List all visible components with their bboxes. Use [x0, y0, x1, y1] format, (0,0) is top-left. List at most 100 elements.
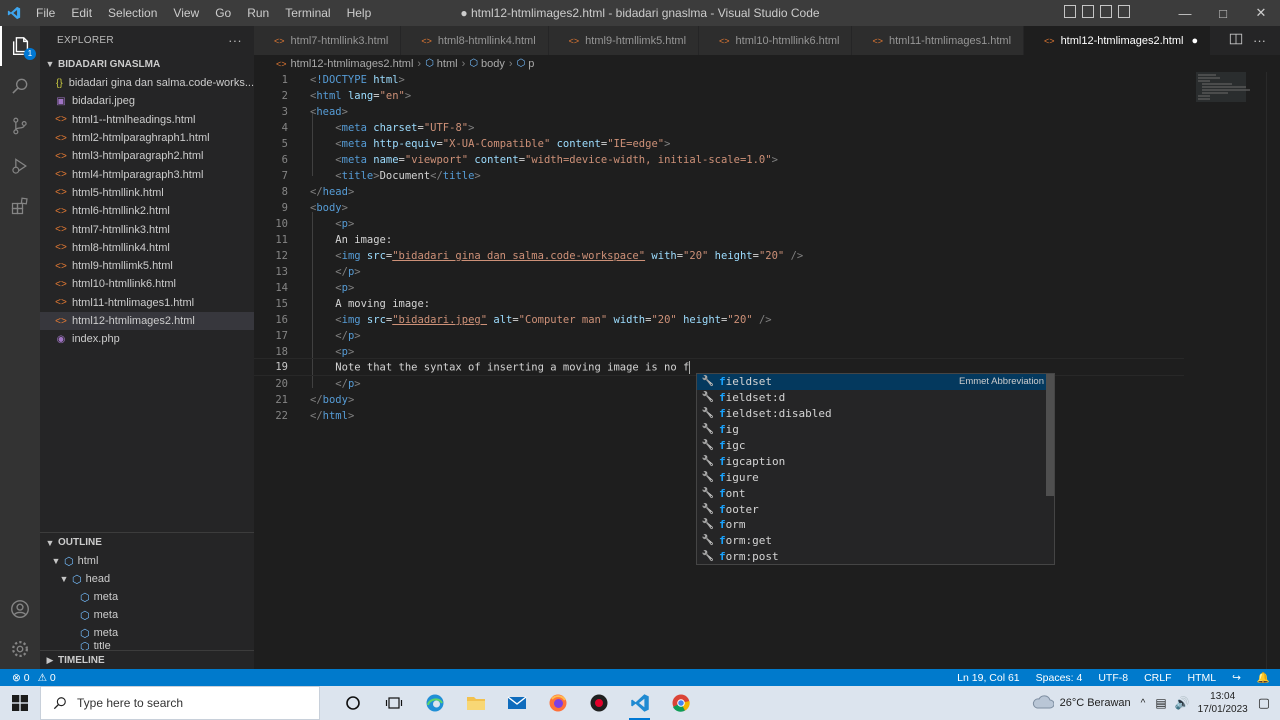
file-item[interactable]: <> html10-htmllink6.html: [40, 275, 254, 293]
outline-item-meta[interactable]: ⬡ meta: [40, 588, 118, 606]
app-icon[interactable]: [578, 686, 619, 720]
cortana-icon[interactable]: [332, 686, 373, 720]
task-view-icon[interactable]: [373, 686, 414, 720]
suggestion-item[interactable]: 🔧 f ig: [697, 422, 1054, 438]
file-item[interactable]: <> html4-htmlparagraph3.html: [40, 165, 254, 183]
file-item[interactable]: <> html6-htmllink2.html: [40, 202, 254, 220]
suggestion-item[interactable]: 🔧 f orm:get: [697, 533, 1054, 549]
file-item[interactable]: <> html9-htmllimk5.html: [40, 257, 254, 275]
toggle-secondary-sidebar-icon[interactable]: [1100, 5, 1112, 18]
close-icon[interactable]: ✕: [1242, 0, 1280, 26]
toggle-panel-icon[interactable]: [1082, 5, 1094, 18]
file-item[interactable]: <> html1--htmlheadings.html: [40, 111, 254, 129]
weather-text[interactable]: 26°C Berawan: [1060, 697, 1131, 709]
file-item[interactable]: <> html7-htmllink3.html: [40, 220, 254, 238]
suggestion-item[interactable]: 🔧 f ieldset:d: [697, 390, 1054, 406]
editor-scrollbar[interactable]: [1266, 72, 1280, 669]
outline-item-meta[interactable]: ⬡ meta: [40, 624, 118, 642]
maximize-icon[interactable]: □: [1204, 0, 1242, 26]
file-item[interactable]: <> html8-htmllink4.html: [40, 239, 254, 257]
explorer-more-actions[interactable]: ···: [228, 33, 242, 48]
errors-count[interactable]: ⊗ 0: [12, 672, 30, 684]
menu-run[interactable]: Run: [239, 0, 277, 26]
menu-go[interactable]: Go: [207, 0, 239, 26]
line-ending[interactable]: CRLF: [1144, 672, 1171, 684]
mail-icon[interactable]: [496, 686, 537, 720]
search-icon[interactable]: [0, 66, 40, 106]
toggle-sidebar-icon[interactable]: [1064, 5, 1076, 18]
menu-view[interactable]: View: [165, 0, 207, 26]
menu-edit[interactable]: Edit: [63, 0, 100, 26]
file-item[interactable]: {} bidadari gina dan salma.code-works...: [40, 74, 254, 92]
firefox-icon[interactable]: [537, 686, 578, 720]
breadcrumb-body[interactable]: body: [481, 58, 505, 70]
outline-header[interactable]: ▼ OUTLINE: [40, 532, 254, 552]
outline-item-title[interactable]: ⬡ title: [40, 642, 111, 650]
manage-gear-icon[interactable]: [0, 629, 40, 669]
run-debug-icon[interactable]: [0, 146, 40, 186]
tab-html11[interactable]: <> html11-htmlimages1.html: [852, 26, 1025, 55]
suggestion-item[interactable]: 🔧 f orm: [697, 517, 1054, 533]
warnings-count[interactable]: ⚠ 0: [38, 672, 56, 684]
suggestion-item[interactable]: 🔧 f igure: [697, 469, 1054, 485]
taskbar-search[interactable]: Type here to search: [40, 686, 320, 720]
tab-html12-active[interactable]: <> html12-htmlimages2.html ●: [1024, 26, 1212, 55]
suggestion-item[interactable]: 🔧 f ont: [697, 485, 1054, 501]
chevron-up-icon[interactable]: ^: [1141, 698, 1146, 709]
live-share-icon[interactable]: ↪: [1232, 672, 1241, 684]
suggestion-item[interactable]: 🔧 f ooter: [697, 501, 1054, 517]
outline-item-html[interactable]: ▼ ⬡ html: [40, 552, 99, 570]
menu-terminal[interactable]: Terminal: [277, 0, 338, 26]
encoding[interactable]: UTF-8: [1098, 672, 1128, 684]
chrome-icon[interactable]: [660, 686, 701, 720]
suggestion-item[interactable]: 🔧 f orm:post: [697, 549, 1054, 564]
split-editor-icon[interactable]: [1229, 32, 1243, 49]
code-editor[interactable]: 1 <!DOCTYPE html> 2 <html lang="en"> 3 <hea…: [254, 72, 1194, 669]
language-mode[interactable]: HTML: [1188, 672, 1217, 684]
outline-item-meta[interactable]: ⬡ meta: [40, 606, 118, 624]
vscode-taskbar-icon[interactable]: [619, 686, 660, 720]
extensions-icon[interactable]: [0, 186, 40, 226]
notifications-bell-icon[interactable]: 🔔: [1257, 671, 1270, 684]
breadcrumb-html[interactable]: html: [437, 58, 458, 70]
timeline-header[interactable]: ▶ TIMELINE: [40, 650, 254, 669]
notification-center-icon[interactable]: ▢: [1258, 695, 1270, 711]
weather-cloud-icon[interactable]: [1032, 694, 1055, 712]
breadcrumb-file[interactable]: html12-htmlimages2.html: [291, 58, 414, 70]
suggestion-item[interactable]: 🔧 f ieldset:disabled: [697, 406, 1054, 422]
file-item[interactable]: ◉ index.php: [40, 330, 254, 348]
tab-html9[interactable]: <> html9-htmllimk5.html: [548, 26, 700, 55]
minimize-icon[interactable]: —: [1166, 0, 1204, 26]
tab-html7[interactable]: <> html7-htmllink3.html: [254, 26, 402, 55]
suggestion-item[interactable]: 🔧 f igcaption: [697, 453, 1054, 469]
menu-file[interactable]: File: [28, 0, 63, 26]
source-control-icon[interactable]: [0, 106, 40, 146]
suggestion-item[interactable]: 🔧 f igc: [697, 438, 1054, 454]
network-icon[interactable]: ▤: [1155, 696, 1166, 710]
windows-start-icon[interactable]: [0, 686, 40, 720]
file-item[interactable]: <> html5-htmllink.html: [40, 184, 254, 202]
menu-selection[interactable]: Selection: [100, 0, 165, 26]
volume-icon[interactable]: 🔊: [1175, 696, 1190, 710]
unsaved-dot-icon[interactable]: ●: [1191, 35, 1198, 47]
file-item[interactable]: <> html3-htmlparagraph2.html: [40, 147, 254, 165]
customize-layout-icon[interactable]: [1118, 5, 1130, 18]
suggestion-item[interactable]: 🔧 f ieldset Emmet Abbreviation: [697, 374, 1054, 390]
autocomplete-suggestions[interactable]: 🔧 f ieldset Emmet Abbreviation 🔧 f ieldset:d 🔧 f…: [696, 373, 1055, 565]
explorer-icon[interactable]: 1: [0, 26, 40, 66]
tab-html10[interactable]: <> html10-htmllink6.html: [699, 26, 853, 55]
minimap[interactable]: [1194, 72, 1266, 669]
menu-help[interactable]: Help: [339, 0, 380, 26]
cursor-position[interactable]: Ln 19, Col 61: [957, 672, 1019, 684]
workspace-folder[interactable]: ▼ BIDADARI GNASLMA: [40, 54, 254, 74]
breadcrumb-p[interactable]: p: [528, 58, 534, 70]
file-explorer-icon[interactable]: [455, 686, 496, 720]
indentation[interactable]: Spaces: 4: [1036, 672, 1083, 684]
outline-item-head[interactable]: ▼ ⬡ head: [40, 570, 111, 588]
tab-html8[interactable]: <> html8-htmllink4.html: [401, 26, 549, 55]
file-item[interactable]: ▣ bidadari.jpeg: [40, 92, 254, 110]
file-item[interactable]: <> html2-htmlparaghraph1.html: [40, 129, 254, 147]
clock[interactable]: 13:04 17/01/2023: [1198, 690, 1248, 716]
file-item[interactable]: <> html11-htmlimages1.html: [40, 294, 254, 312]
edge-browser-icon[interactable]: [414, 686, 455, 720]
